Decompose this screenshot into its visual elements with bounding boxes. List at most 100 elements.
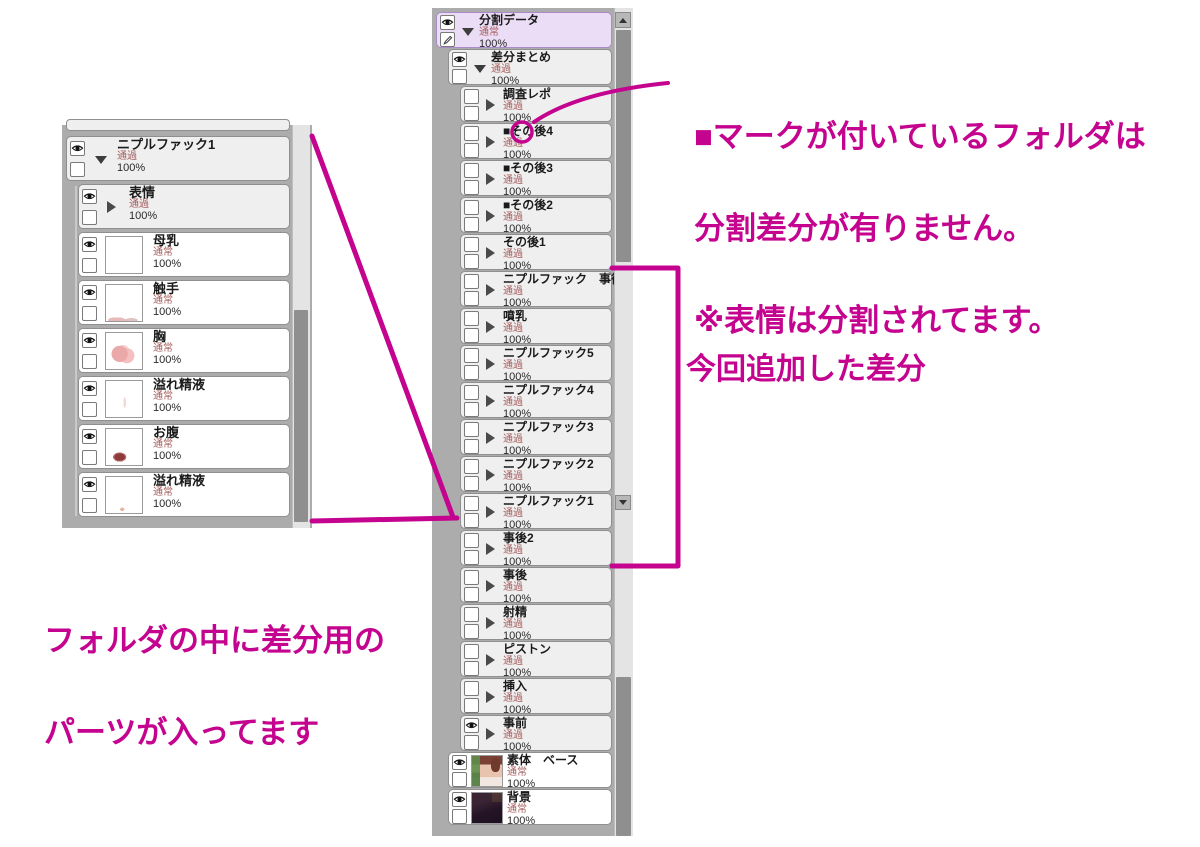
visibility-checkbox[interactable] <box>464 89 479 104</box>
visibility-checkbox[interactable] <box>464 385 479 400</box>
right-scrollbar-thumb-lower[interactable] <box>616 677 631 836</box>
layer-thumbnail[interactable] <box>471 755 503 787</box>
visibility-checkbox[interactable] <box>82 381 97 396</box>
layer-row[interactable]: 差分まとめ通過100% <box>448 49 612 85</box>
expand-triangle-icon[interactable] <box>486 432 495 444</box>
visibility-checkbox[interactable] <box>464 237 479 252</box>
visibility-checkbox[interactable] <box>440 15 455 30</box>
visibility-checkbox[interactable] <box>464 496 479 511</box>
layer-row[interactable]: 事前通過100% <box>460 715 612 751</box>
visibility-checkbox[interactable] <box>82 285 97 300</box>
visibility-checkbox[interactable] <box>82 333 97 348</box>
left-scrollbar-thumb[interactable] <box>294 310 308 522</box>
secondary-checkbox[interactable] <box>464 291 479 306</box>
secondary-checkbox[interactable] <box>464 439 479 454</box>
layer-row[interactable]: ■その後4通過100% <box>460 123 612 159</box>
visibility-checkbox[interactable] <box>82 189 97 204</box>
layer-thumbnail[interactable] <box>105 284 143 322</box>
layer-row[interactable]: ■その後3通過100% <box>460 160 612 196</box>
layer-row[interactable]: ニプルファック4通過100% <box>460 382 612 418</box>
visibility-checkbox[interactable] <box>452 755 467 770</box>
visibility-checkbox[interactable] <box>82 237 97 252</box>
secondary-checkbox[interactable] <box>82 210 97 225</box>
visibility-checkbox[interactable] <box>464 422 479 437</box>
secondary-checkbox[interactable] <box>464 476 479 491</box>
visibility-checkbox[interactable] <box>82 477 97 492</box>
layer-row[interactable]: 噴乳通過100% <box>460 308 612 344</box>
expand-triangle-icon[interactable] <box>486 617 495 629</box>
layer-row[interactable]: ニプルファック5通過100% <box>460 345 612 381</box>
layer-row[interactable]: お腹通常100% <box>78 424 290 469</box>
layer-row[interactable]: ニプルファック1通過100% <box>66 136 290 181</box>
expand-triangle-icon[interactable] <box>486 654 495 666</box>
visibility-checkbox[interactable] <box>464 459 479 474</box>
layer-row[interactable]: 表情通過100% <box>78 184 290 229</box>
layer-thumbnail[interactable] <box>105 428 143 466</box>
collapse-triangle-icon[interactable] <box>95 156 107 164</box>
secondary-checkbox[interactable] <box>464 550 479 565</box>
expand-triangle-icon[interactable] <box>486 136 495 148</box>
visibility-checkbox[interactable] <box>464 163 479 178</box>
secondary-checkbox[interactable] <box>452 69 467 84</box>
visibility-checkbox[interactable] <box>464 718 479 733</box>
secondary-checkbox[interactable] <box>464 328 479 343</box>
visibility-checkbox[interactable] <box>82 429 97 444</box>
right-scrollbar-thumb-upper[interactable] <box>616 30 631 262</box>
secondary-checkbox[interactable] <box>452 809 467 824</box>
secondary-checkbox[interactable] <box>464 180 479 195</box>
expand-triangle-icon[interactable] <box>486 395 495 407</box>
layer-thumbnail[interactable] <box>105 236 143 274</box>
expand-triangle-icon[interactable] <box>486 691 495 703</box>
secondary-checkbox[interactable] <box>82 258 97 273</box>
visibility-checkbox[interactable] <box>464 681 479 696</box>
expand-triangle-icon[interactable] <box>486 247 495 259</box>
visibility-checkbox[interactable] <box>464 607 479 622</box>
secondary-checkbox[interactable] <box>464 106 479 121</box>
secondary-checkbox[interactable] <box>82 306 97 321</box>
secondary-checkbox[interactable] <box>464 402 479 417</box>
edit-lock-checkbox[interactable] <box>440 32 455 47</box>
expand-triangle-icon[interactable] <box>486 321 495 333</box>
secondary-checkbox[interactable] <box>70 162 85 177</box>
layer-row[interactable]: 事後2通過100% <box>460 530 612 566</box>
visibility-checkbox[interactable] <box>464 348 479 363</box>
layer-row[interactable]: 触手通常100% <box>78 280 290 325</box>
visibility-checkbox[interactable] <box>464 533 479 548</box>
expand-triangle-icon[interactable] <box>486 728 495 740</box>
expand-triangle-icon[interactable] <box>486 210 495 222</box>
secondary-checkbox[interactable] <box>82 402 97 417</box>
visibility-checkbox[interactable] <box>464 644 479 659</box>
layer-thumbnail[interactable] <box>105 476 143 514</box>
layer-row[interactable]: ニプルファック 事後通過100% <box>460 271 612 307</box>
layer-row[interactable]: 事後通過100% <box>460 567 612 603</box>
collapse-triangle-icon[interactable] <box>474 65 486 73</box>
visibility-checkbox[interactable] <box>464 311 479 326</box>
secondary-checkbox[interactable] <box>82 354 97 369</box>
layer-row[interactable]: 母乳通常100% <box>78 232 290 277</box>
expand-triangle-icon[interactable] <box>486 580 495 592</box>
layer-row[interactable]: ニプルファック3通過100% <box>460 419 612 455</box>
layer-row[interactable]: 溢れ精液通常100% <box>78 376 290 421</box>
secondary-checkbox[interactable] <box>464 143 479 158</box>
secondary-checkbox[interactable] <box>464 698 479 713</box>
layer-row[interactable]: その後1通過100% <box>460 234 612 270</box>
secondary-checkbox[interactable] <box>464 624 479 639</box>
expand-triangle-icon[interactable] <box>486 173 495 185</box>
layer-row[interactable]: ニプルファック1通過100% <box>460 493 612 529</box>
layer-row[interactable]: ピストン通過100% <box>460 641 612 677</box>
layer-row[interactable]: 分割データ通常100% <box>436 12 612 48</box>
secondary-checkbox[interactable] <box>452 772 467 787</box>
secondary-checkbox[interactable] <box>464 254 479 269</box>
expand-triangle-icon[interactable] <box>486 543 495 555</box>
secondary-checkbox[interactable] <box>82 450 97 465</box>
layer-row[interactable]: ■その後2通過100% <box>460 197 612 233</box>
layer-row[interactable]: 背景通常100% <box>448 789 612 825</box>
expand-triangle-icon[interactable] <box>486 469 495 481</box>
visibility-checkbox[interactable] <box>464 126 479 141</box>
layer-thumbnail[interactable] <box>105 380 143 418</box>
secondary-checkbox[interactable] <box>82 498 97 513</box>
secondary-checkbox[interactable] <box>464 661 479 676</box>
layer-row[interactable]: ニプルファック2通過100% <box>460 456 612 492</box>
layer-row[interactable]: 胸通常100% <box>78 328 290 373</box>
collapse-triangle-icon[interactable] <box>462 28 474 36</box>
